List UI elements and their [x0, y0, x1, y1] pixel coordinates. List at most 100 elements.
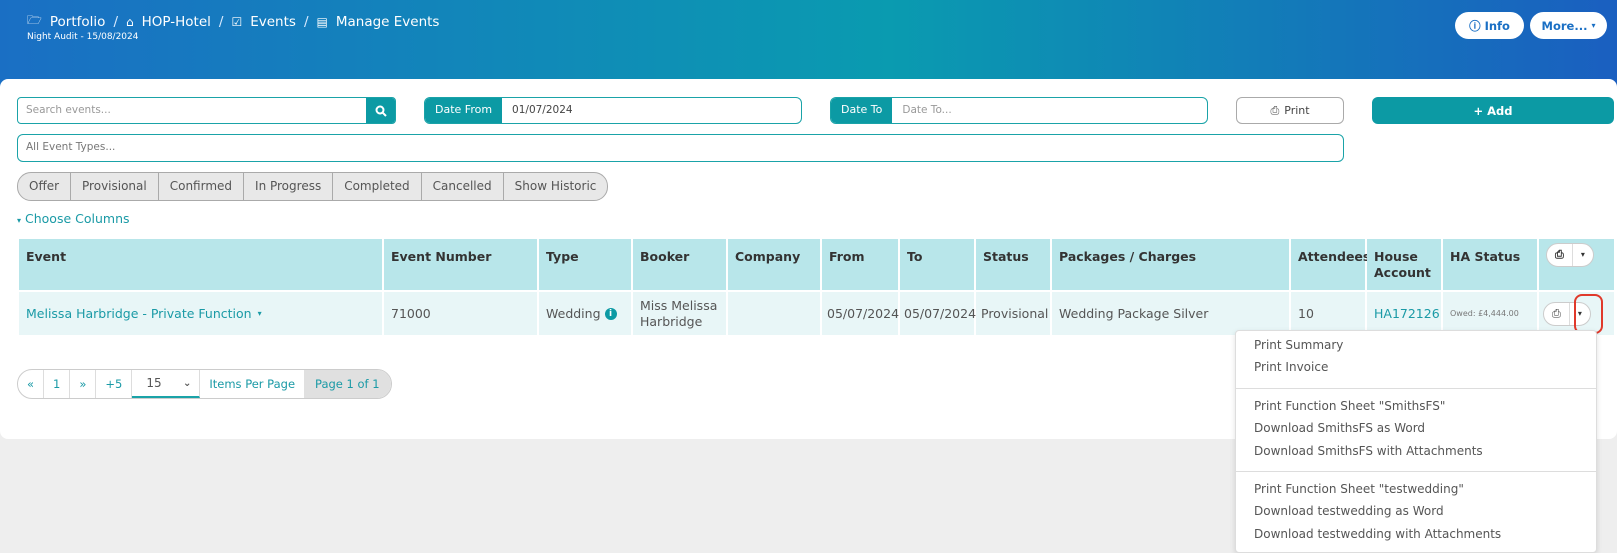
list-icon: ▤: [316, 14, 328, 29]
chevron-down-icon: ⌄: [182, 377, 192, 389]
column-header-attendees[interactable]: Attendees: [1291, 239, 1370, 290]
header-print-group[interactable]: ⎙ ▾: [1546, 243, 1594, 267]
event-types-select[interactable]: All Event Types...: [17, 134, 1344, 162]
search-icon: [375, 105, 387, 117]
breadcrumb-separator: /: [218, 13, 224, 30]
menu-item-print-function-sheet-smithsfs[interactable]: Print Function Sheet "SmithsFS": [1254, 399, 1445, 413]
actions-dropdown-menu: Print Summary Print Invoice Print Functi…: [1235, 330, 1597, 553]
menu-item-download-smithsfs-attachments[interactable]: Download SmithsFS with Attachments: [1254, 444, 1483, 458]
column-header-house-account[interactable]: House Account: [1367, 239, 1441, 290]
highlight-ring: [1574, 294, 1603, 334]
menu-item-download-smithsfs-word[interactable]: Download SmithsFS as Word: [1254, 421, 1425, 435]
breadcrumb-hotel[interactable]: HOP-Hotel: [142, 14, 211, 30]
table-cell-from: 05/07/2024: [822, 292, 899, 335]
date-from-value[interactable]: 01/07/2024: [502, 98, 573, 123]
menu-item-print-invoice[interactable]: Print Invoice: [1254, 360, 1328, 374]
table-row-event[interactable]: Melissa Harbridge - Private Function ▾: [19, 292, 382, 335]
table-cell-attendees: 10: [1291, 292, 1365, 335]
column-header-booker[interactable]: Booker: [633, 239, 726, 290]
column-header-status[interactable]: Status: [976, 239, 1050, 290]
search-placeholder: Search events...: [26, 104, 111, 116]
breadcrumb-separator: /: [303, 13, 309, 30]
menu-item-download-testwedding-attachments[interactable]: Download testwedding with Attachments: [1254, 527, 1501, 541]
date-to-field[interactable]: Date To Date To...: [830, 97, 1208, 124]
choose-columns-label: Choose Columns: [25, 211, 130, 226]
add-button[interactable]: + Add: [1372, 97, 1614, 124]
date-to-placeholder[interactable]: Date To...: [892, 98, 951, 123]
column-header-event-number[interactable]: Event Number: [384, 239, 537, 290]
menu-divider: [1236, 388, 1596, 389]
caret-down-icon: ▾: [1591, 21, 1596, 30]
print-icon[interactable]: ⎙: [1544, 303, 1569, 325]
more-button[interactable]: More... ▾: [1530, 12, 1607, 39]
home-icon: ⌂: [126, 14, 134, 29]
info-button[interactable]: ⓘ Info: [1455, 12, 1524, 39]
date-to-label: Date To: [831, 98, 893, 123]
info-icon[interactable]: i: [604, 307, 617, 320]
print-button[interactable]: ⎙ Print: [1236, 97, 1344, 124]
column-header-event[interactable]: Event: [19, 239, 382, 290]
table-cell-ha-status: Owed: £4,444.00: [1443, 292, 1537, 335]
page-last-button[interactable]: »: [70, 370, 97, 398]
print-icon[interactable]: ⎙: [1547, 244, 1572, 266]
per-page-select[interactable]: 15 ⌄: [132, 370, 201, 398]
filter-offer[interactable]: Offer: [18, 173, 72, 200]
status-filter-group: Offer Provisional Confirmed In Progress …: [17, 172, 609, 201]
event-link[interactable]: Melissa Harbridge - Private Function: [26, 306, 252, 322]
column-header-packages[interactable]: Packages / Charges: [1052, 239, 1289, 290]
menu-item-print-function-sheet-testwedding[interactable]: Print Function Sheet "testwedding": [1254, 482, 1464, 496]
per-page-value: 15: [146, 376, 162, 390]
column-header-actions: ⎙ ▾: [1539, 239, 1614, 290]
pagination: « 1 » +5 15 ⌄ Items Per Page Page 1 of 1: [17, 369, 392, 399]
column-header-ha-status[interactable]: HA Status: [1443, 239, 1537, 290]
filter-cancelled[interactable]: Cancelled: [422, 173, 504, 200]
breadcrumb-separator: /: [113, 13, 118, 30]
column-header-company[interactable]: Company: [728, 239, 820, 290]
date-from-field[interactable]: Date From 01/07/2024: [424, 97, 802, 124]
info-button-label: Info: [1484, 18, 1510, 33]
table-cell-event-number: 71000: [384, 292, 537, 335]
caret-down-icon[interactable]: ▾: [258, 306, 262, 322]
breadcrumb-portfolio[interactable]: Portfolio: [50, 14, 106, 30]
search-input[interactable]: Search events...: [17, 97, 396, 124]
page-jump-button[interactable]: +5: [96, 370, 133, 398]
column-header-type[interactable]: Type: [539, 239, 631, 290]
house-account-link[interactable]: HA172126: [1367, 292, 1441, 335]
items-per-page-label: Items Per Page: [209, 377, 296, 391]
table-cell-packages: Wedding Package Silver: [1052, 292, 1289, 335]
filter-show-historic[interactable]: Show Historic: [504, 173, 608, 200]
breadcrumb-manage-events: Manage Events: [335, 13, 440, 30]
print-icon: ⎙: [1270, 103, 1280, 117]
caret-down-icon[interactable]: ▾: [1571, 244, 1593, 266]
info-icon: ⓘ: [1469, 18, 1481, 33]
caret-down-icon: ▾: [17, 216, 22, 225]
column-header-from[interactable]: From: [822, 239, 898, 290]
filter-in-progress[interactable]: In Progress: [244, 173, 334, 200]
calendar-check-icon: ☑: [231, 14, 243, 29]
choose-columns-toggle[interactable]: ▾ Choose Columns: [17, 211, 130, 226]
more-button-label: More...: [1541, 18, 1588, 33]
folder-open-icon: 🗁: [27, 13, 42, 27]
column-header-to[interactable]: To: [900, 239, 974, 290]
night-audit-date: Night Audit - 15/08/2024: [27, 32, 139, 42]
table-cell-company: [728, 292, 820, 335]
table-cell-type: Wedding i: [539, 292, 631, 335]
table-cell-booker: Miss Melissa Harbridge: [633, 292, 726, 335]
table-cell-to: 05/07/2024: [900, 292, 976, 335]
page-number-button[interactable]: 1: [44, 370, 71, 398]
search-button[interactable]: [366, 98, 395, 123]
menu-divider: [1236, 471, 1596, 472]
filter-confirmed[interactable]: Confirmed: [159, 173, 245, 200]
menu-item-download-testwedding-word[interactable]: Download testwedding as Word: [1254, 504, 1444, 518]
plus-icon: +: [1473, 103, 1484, 118]
breadcrumb: 🗁 Portfolio / ⌂ HOP-Hotel / ☑ Events / ▤…: [27, 11, 439, 32]
add-button-label: Add: [1487, 103, 1513, 118]
menu-item-print-summary[interactable]: Print Summary: [1254, 338, 1343, 352]
type-value: Wedding: [546, 305, 601, 321]
print-button-label: Print: [1284, 104, 1310, 117]
page-first-button[interactable]: «: [18, 370, 45, 398]
filter-provisional[interactable]: Provisional: [71, 173, 159, 200]
breadcrumb-events[interactable]: Events: [250, 14, 296, 30]
date-from-label: Date From: [425, 98, 503, 123]
filter-completed[interactable]: Completed: [333, 173, 422, 200]
